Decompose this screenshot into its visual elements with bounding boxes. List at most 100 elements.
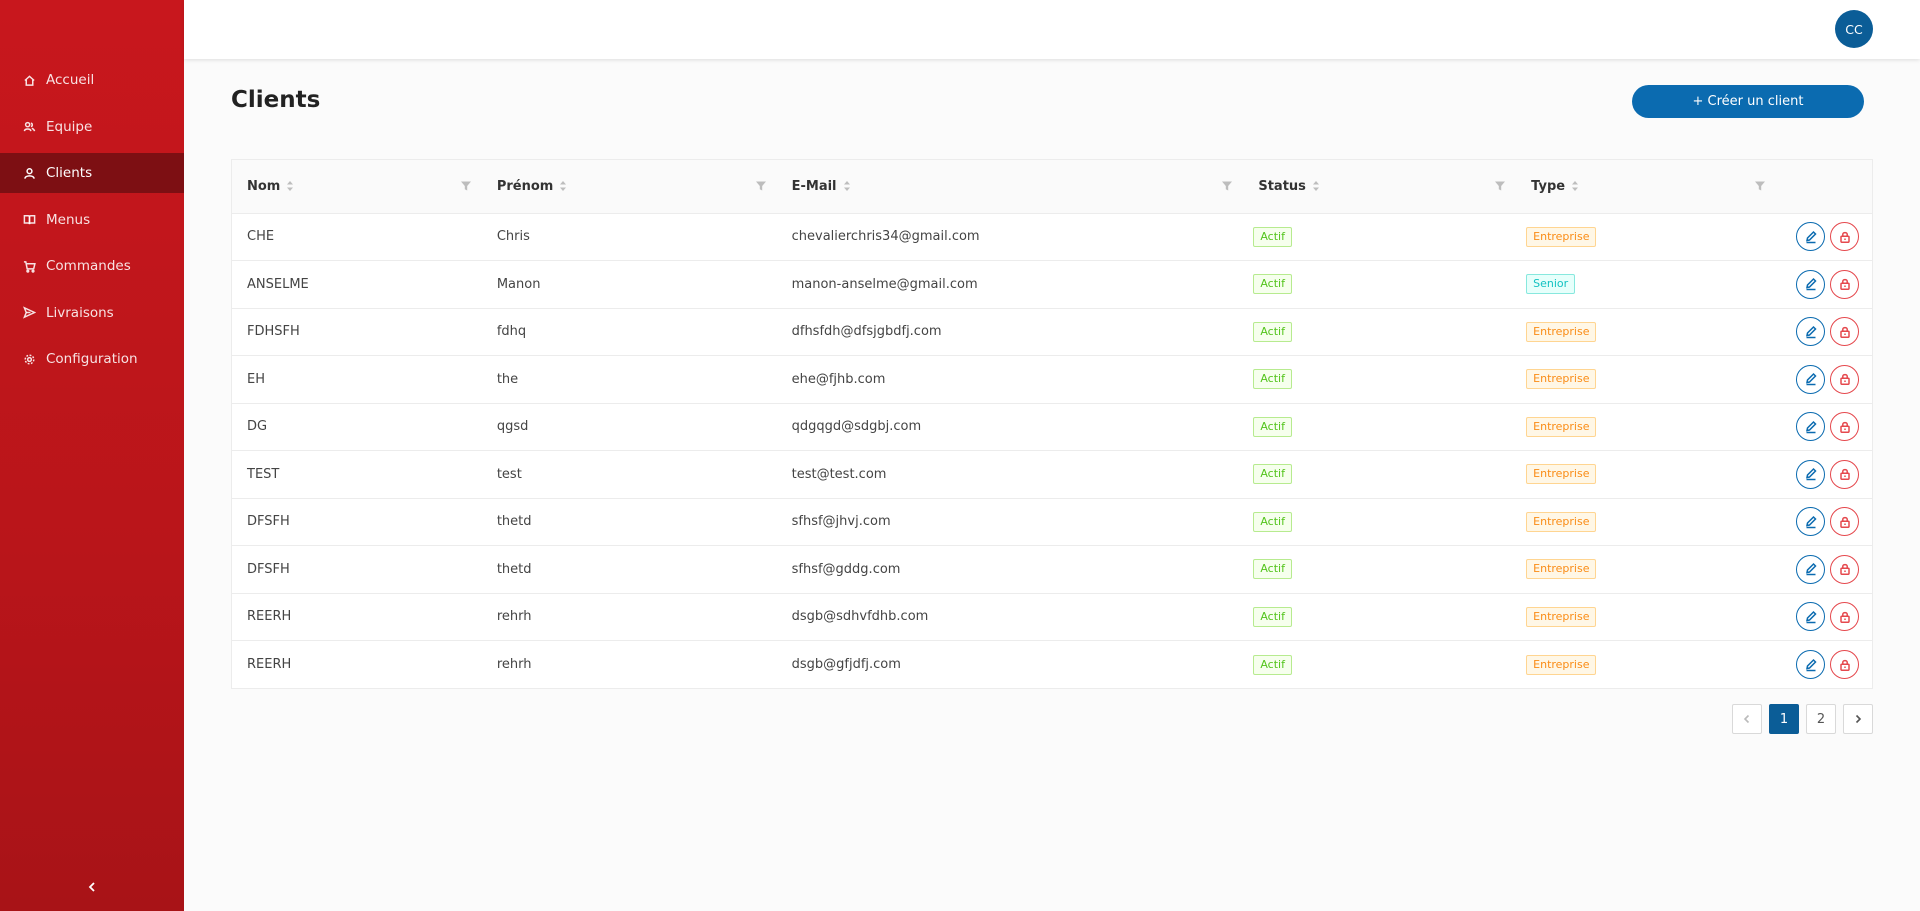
chevron-right-icon — [1855, 714, 1862, 724]
sort-icon[interactable] — [843, 180, 851, 192]
type-badge: Entreprise — [1526, 369, 1597, 390]
lock-button[interactable] — [1830, 364, 1859, 394]
sidebar: Accueil Equipe Clients Menus Commandes Livrai… — [0, 0, 184, 911]
cell-nom: REERH — [247, 609, 292, 625]
lock-button[interactable] — [1830, 269, 1859, 299]
sidebar-item-label: Commandes — [46, 258, 131, 274]
edit-button[interactable] — [1796, 507, 1825, 537]
status-badge: Actif — [1253, 274, 1292, 295]
column-header-label: E-Mail — [791, 178, 837, 194]
sidebar-item-label: Equipe — [46, 118, 93, 135]
sort-icon[interactable] — [1571, 180, 1579, 192]
type-badge: Entreprise — [1526, 464, 1597, 485]
cell-nom: DFSFH — [247, 514, 290, 530]
page-button-2[interactable]: 2 — [1806, 704, 1836, 734]
top-header: CC — [184, 0, 1920, 59]
filter-icon[interactable] — [460, 180, 472, 192]
cell-actions — [1776, 308, 1872, 356]
status-badge: Actif — [1253, 606, 1292, 627]
column-header-actions — [1776, 160, 1872, 214]
edit-button[interactable] — [1796, 269, 1825, 299]
next-page-button[interactable] — [1843, 704, 1873, 734]
filter-icon[interactable] — [1221, 180, 1233, 192]
edit-button[interactable] — [1796, 602, 1825, 632]
type-badge: Entreprise — [1526, 416, 1597, 437]
table-row: DG qgsd qdgqgd@sdgbj.com Actif Entreprise — [232, 403, 1872, 451]
sidebar-item-clients[interactable]: Clients — [0, 153, 184, 193]
edit-button[interactable] — [1796, 459, 1825, 489]
cell-prenom: test — [496, 466, 522, 482]
send-icon — [22, 306, 36, 320]
column-header-status[interactable]: Status — [1243, 160, 1517, 214]
column-header-type[interactable]: Type — [1516, 160, 1776, 214]
pagination: 12 — [1732, 704, 1873, 734]
cell-status: Actif — [1243, 261, 1516, 309]
edit-button[interactable] — [1796, 412, 1825, 442]
edit-icon — [1805, 325, 1817, 338]
filter-icon[interactable] — [1494, 180, 1506, 192]
edit-icon — [1805, 230, 1817, 243]
edit-button[interactable] — [1796, 317, 1825, 347]
column-header-prenom[interactable]: Prénom — [481, 160, 777, 214]
cell-email: dfhsfdh@dfsjgbdfj.com — [791, 324, 942, 340]
lock-button[interactable] — [1830, 554, 1859, 584]
cell-actions — [1776, 451, 1872, 499]
prev-page-button[interactable] — [1732, 704, 1762, 734]
sidebar-item-accueil[interactable]: Accueil — [0, 60, 184, 100]
edit-button[interactable] — [1796, 364, 1825, 394]
status-badge: Actif — [1253, 559, 1292, 580]
cell-prenom: qgsd — [496, 419, 529, 435]
lock-button[interactable] — [1830, 317, 1859, 347]
cart-icon — [22, 259, 36, 273]
lock-button[interactable] — [1830, 412, 1859, 442]
lock-button[interactable] — [1830, 507, 1859, 537]
status-badge: Actif — [1253, 226, 1292, 247]
cell-type: Entreprise — [1516, 498, 1776, 546]
sidebar-item-label: Accueil — [46, 72, 95, 88]
sort-icon[interactable] — [559, 180, 567, 192]
lock-button[interactable] — [1830, 222, 1859, 252]
cell-status: Actif — [1243, 451, 1516, 499]
edit-button[interactable] — [1796, 554, 1825, 584]
avatar[interactable]: CC — [1835, 10, 1873, 48]
page-button-1[interactable]: 1 — [1769, 704, 1799, 734]
status-badge: Actif — [1253, 321, 1292, 342]
cell-actions — [1776, 356, 1872, 404]
create-client-button[interactable]: + Créer un client — [1632, 85, 1864, 118]
cell-email: dsgb@sdhvfdhb.com — [791, 609, 929, 625]
sidebar-item-menus[interactable]: Menus — [0, 200, 184, 240]
sort-icon[interactable] — [286, 180, 294, 192]
sidebar-item-label: Livraisons — [46, 304, 114, 321]
edit-button[interactable] — [1796, 222, 1825, 252]
cell-actions — [1776, 213, 1872, 261]
filter-icon[interactable] — [1754, 180, 1766, 192]
cell-status: Actif — [1243, 213, 1516, 261]
sidebar-item-livraisons[interactable]: Livraisons — [0, 293, 184, 333]
team-icon — [22, 120, 36, 134]
column-header-label: Status — [1258, 178, 1306, 194]
cell-nom: EH — [247, 371, 265, 387]
cell-nom: REERH — [247, 657, 292, 672]
cell-email: ehe@fjhb.com — [791, 371, 886, 387]
lock-button[interactable] — [1830, 650, 1859, 679]
lock-icon — [1839, 326, 1850, 338]
sidebar-item-configuration[interactable]: Configuration — [0, 339, 184, 379]
lock-button[interactable] — [1830, 459, 1859, 489]
lock-button[interactable] — [1830, 602, 1859, 632]
sort-icon[interactable] — [1312, 180, 1320, 192]
cell-email: sfhsf@gddg.com — [791, 561, 901, 577]
sidebar-collapse-button[interactable] — [0, 863, 184, 911]
page-title: Clients — [231, 87, 321, 113]
cell-status: Actif — [1243, 593, 1516, 641]
lock-icon — [1839, 659, 1850, 671]
sidebar-item-commandes[interactable]: Commandes — [0, 246, 184, 286]
cell-email: manon-anselme@gmail.com — [791, 276, 978, 292]
column-header-email[interactable]: E-Mail — [776, 160, 1244, 214]
edit-button[interactable] — [1796, 650, 1825, 679]
lock-icon — [1839, 421, 1850, 433]
column-header-nom[interactable]: Nom — [232, 160, 482, 214]
cell-prenom: fdhq — [496, 324, 527, 340]
table-header-row: Nom Prénom E-Mail Status Type — [232, 160, 1872, 214]
sidebar-item-equipe[interactable]: Equipe — [0, 107, 184, 147]
filter-icon[interactable] — [755, 180, 767, 192]
